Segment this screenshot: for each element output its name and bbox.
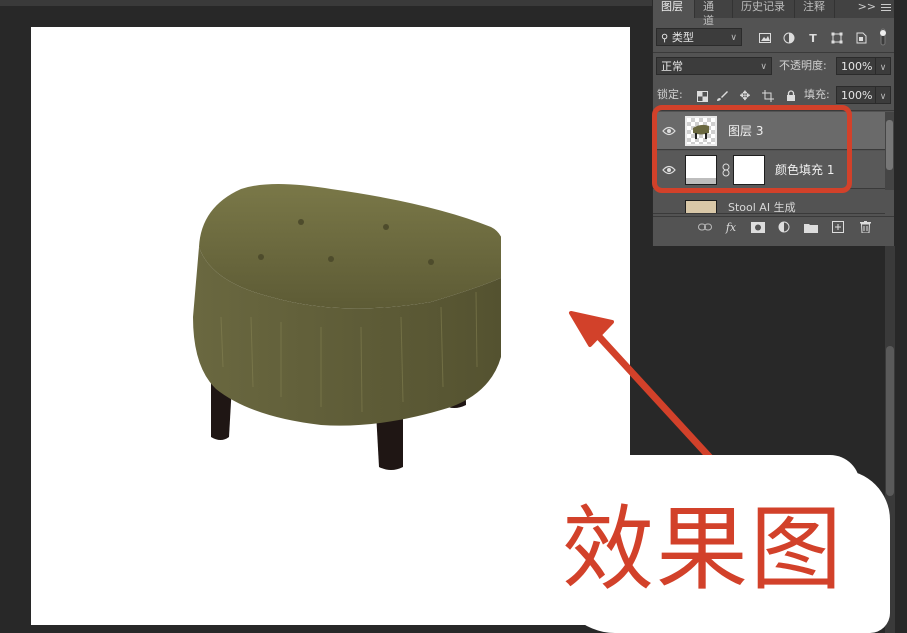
document-canvas[interactable]	[31, 27, 630, 625]
filter-kind-select[interactable]: ⚲ 类型 ∨	[656, 28, 742, 46]
layer-thumbnail	[685, 200, 717, 213]
filter-toggle-switch[interactable]	[878, 28, 888, 46]
lock-pixels-brush-icon[interactable]	[715, 89, 729, 103]
tab-history[interactable]: 历史记录	[733, 0, 795, 18]
filter-kind-value: 类型	[671, 31, 694, 44]
layer-row-partial[interactable]: Stool AI 生成	[653, 190, 885, 214]
opacity-field[interactable]: 100%	[836, 57, 876, 75]
lock-label: 锁定:	[657, 88, 683, 101]
new-layer-icon[interactable]	[831, 220, 845, 234]
layers-bottom-toolbar: fx	[653, 218, 894, 236]
layer-filter-row: ⚲ 类型 ∨ T	[653, 26, 894, 50]
divider	[653, 52, 894, 53]
opacity-label: 不透明度:	[779, 59, 827, 72]
mask-icon[interactable]	[751, 220, 765, 234]
document-tab-strip	[0, 0, 652, 6]
chevron-down-icon: ∨	[760, 62, 767, 72]
fx-icon[interactable]: fx	[724, 220, 738, 234]
divider	[653, 216, 894, 217]
tab-layers[interactable]: 图层	[653, 0, 695, 18]
opacity-dropdown-button[interactable]: ∨	[875, 57, 891, 75]
more-tabs-button[interactable]: >>	[858, 0, 876, 14]
search-icon: ⚲	[661, 33, 669, 44]
fill-dropdown-button[interactable]: ∨	[875, 86, 891, 104]
trash-icon[interactable]	[858, 220, 872, 234]
type-filter-icon[interactable]: T	[806, 31, 820, 45]
lock-position-move-icon[interactable]: ✥	[738, 89, 752, 104]
lock-all-icon[interactable]	[784, 89, 798, 103]
layers-scrollbar[interactable]	[885, 112, 894, 190]
blend-row: 正常 ∨ 不透明度: 100% ∨	[653, 55, 894, 79]
fill-field[interactable]: 100%	[836, 86, 876, 104]
caption-text: 效果图	[562, 496, 845, 603]
layer-name: Stool AI 生成	[728, 201, 796, 214]
panel-menu-icon[interactable]	[881, 2, 891, 13]
stool-image	[193, 184, 501, 470]
chevron-down-icon: ∨	[730, 33, 737, 43]
lock-artboard-icon[interactable]	[761, 89, 775, 103]
link-icon[interactable]	[698, 220, 712, 234]
fill-label: 填充:	[804, 88, 830, 101]
layers-highlight-box	[652, 105, 852, 193]
tab-notes[interactable]: 注释	[795, 0, 835, 18]
adjustment-filter-icon[interactable]	[782, 31, 796, 45]
folder-icon[interactable]	[804, 220, 818, 234]
smart-object-filter-icon[interactable]	[854, 31, 868, 45]
image-filter-icon[interactable]	[758, 31, 772, 45]
blend-mode-value: 正常	[661, 60, 683, 73]
blend-mode-select[interactable]: 正常 ∨	[656, 57, 772, 75]
lock-transparency-icon[interactable]	[695, 89, 709, 103]
tab-channels[interactable]: 通道	[695, 0, 733, 27]
shape-filter-icon[interactable]	[830, 31, 844, 45]
adjustment-icon[interactable]	[777, 220, 791, 234]
panel-tab-bar: 图层 通道 历史记录 注释 >>	[653, 0, 894, 27]
